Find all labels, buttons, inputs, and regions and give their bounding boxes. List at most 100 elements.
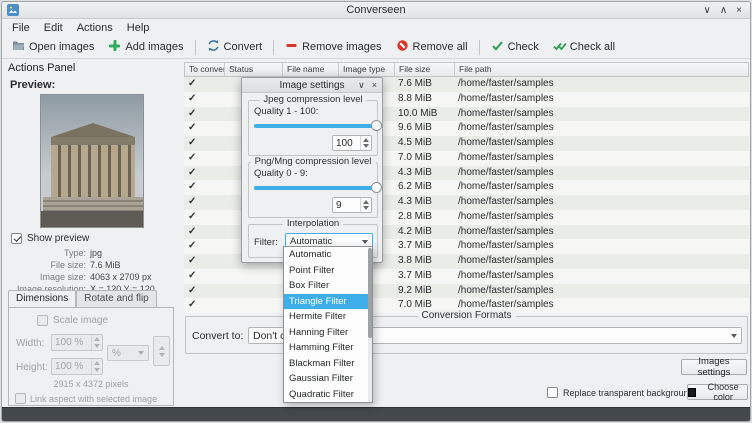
unit-combobox[interactable]: %	[107, 345, 149, 361]
filter-option[interactable]: Point Filter	[284, 263, 372, 279]
open-images-button[interactable]: Open images	[6, 37, 100, 57]
filter-option[interactable]: Hamming Filter	[284, 340, 372, 356]
file-size-cell: 9.2 MiB	[394, 284, 454, 299]
checked-icon[interactable]: ✓	[188, 285, 196, 296]
filter-option[interactable]: Triangle Filter	[284, 294, 372, 310]
dropdown-scrollbar[interactable]	[368, 247, 372, 402]
column-file-name[interactable]: File name	[283, 63, 339, 76]
maximize-button[interactable]: ∧	[720, 5, 727, 16]
filter-option[interactable]: Gaussian Filter	[284, 371, 372, 387]
replace-transparent-label: Replace transparent background	[563, 388, 694, 398]
file-path-cell: /home/faster/samples	[454, 151, 749, 166]
minimize-button[interactable]: ∨	[704, 5, 711, 16]
titlebar[interactable]: Converseen ∨ ∧ ×	[2, 2, 750, 19]
png-quality-spinbox[interactable]: 9	[332, 197, 372, 213]
file-size-cell: 2.8 MiB	[394, 210, 454, 225]
spinner-arrows-icon[interactable]	[91, 335, 102, 350]
checked-icon[interactable]: ✓	[188, 108, 196, 119]
column-status[interactable]: Status	[225, 63, 283, 76]
jpeg-quality-slider[interactable]	[254, 119, 382, 132]
sync-dimensions-button[interactable]	[153, 336, 170, 366]
checked-icon[interactable]: ✓	[188, 167, 196, 178]
filter-option[interactable]: Hanning Filter	[284, 325, 372, 341]
spinner-arrows-icon[interactable]	[360, 198, 371, 212]
file-size-cell: 3.7 MiB	[394, 239, 454, 254]
building-pediment	[51, 123, 135, 137]
checked-icon[interactable]: ✓	[188, 196, 196, 207]
column-file-path[interactable]: File path	[455, 63, 748, 76]
add-images-label: Add images	[125, 41, 183, 53]
replace-transparent-checkbox[interactable]	[547, 387, 558, 398]
menu-file[interactable]: File	[5, 21, 37, 35]
tab-dimensions[interactable]: Dimensions	[8, 290, 76, 307]
checked-icon[interactable]: ✓	[188, 299, 196, 310]
file-size-cell: 4.5 MiB	[394, 136, 454, 151]
checked-icon[interactable]: ✓	[188, 211, 196, 222]
png-quality-label: Quality 0 - 9:	[254, 168, 308, 179]
file-path-cell: /home/faster/samples	[454, 166, 749, 181]
table-row[interactable]: ✓9.2 MiB/home/faster/samples	[184, 284, 749, 299]
checked-icon[interactable]: ✓	[188, 78, 196, 89]
convert-button[interactable]: Convert	[201, 37, 269, 57]
slider-track[interactable]	[254, 124, 382, 128]
remove-images-button[interactable]: Remove images	[279, 37, 387, 57]
check-button[interactable]: Check	[485, 37, 545, 57]
close-button[interactable]: ×	[736, 5, 742, 16]
tab-rotate-and-flip[interactable]: Rotate and flip	[76, 290, 157, 307]
column-file-size[interactable]: File size	[395, 63, 455, 76]
add-images-button[interactable]: Add images	[102, 37, 189, 57]
link-aspect-checkbox[interactable]	[15, 393, 26, 404]
png-quality-slider[interactable]	[254, 181, 382, 194]
width-spinner[interactable]: 100 %	[51, 334, 103, 351]
checked-icon[interactable]: ✓	[188, 152, 196, 163]
checked-icon[interactable]: ✓	[188, 137, 196, 148]
checked-icon[interactable]: ✓	[188, 181, 196, 192]
menu-help[interactable]: Help	[120, 21, 157, 35]
spinner-arrows-icon[interactable]	[91, 359, 102, 374]
menu-actions[interactable]: Actions	[70, 21, 120, 35]
checked-icon[interactable]: ✓	[188, 255, 196, 266]
file-path-cell: /home/faster/samples	[454, 225, 749, 240]
table-row[interactable]: ✓3.7 MiB/home/faster/samples	[184, 269, 749, 284]
slider-track[interactable]	[254, 186, 382, 190]
filter-option[interactable]: Box Filter	[284, 278, 372, 294]
show-preview-checkbox[interactable]	[11, 233, 22, 244]
check-all-button[interactable]: Check all	[547, 37, 621, 57]
preview-image	[40, 94, 144, 228]
checked-icon[interactable]: ✓	[188, 240, 196, 251]
filter-option[interactable]: Blackman Filter	[284, 356, 372, 372]
file-path-cell: /home/faster/samples	[454, 269, 749, 284]
image-size-label: Image size:	[8, 272, 86, 282]
jpeg-quality-spinbox[interactable]: 100	[332, 135, 372, 151]
remove-all-button[interactable]: Remove all	[390, 37, 474, 57]
undock-button[interactable]: ∨	[358, 80, 365, 91]
height-spinner[interactable]: 100 %	[51, 358, 103, 375]
folder-open-icon	[12, 39, 25, 55]
type-label: Type:	[8, 248, 86, 258]
file-path-cell: /home/faster/samples	[454, 210, 749, 225]
checked-icon[interactable]: ✓	[188, 270, 196, 281]
filter-option[interactable]: Hermite Filter	[284, 309, 372, 325]
checked-icon[interactable]: ✓	[188, 93, 196, 104]
converseen-window: Converseen ∨ ∧ × File Edit Actions Help …	[1, 1, 751, 422]
filter-option[interactable]: Quadratic Filter	[284, 387, 372, 403]
type-value: jpg	[90, 248, 155, 258]
spinner-arrows-icon[interactable]	[360, 136, 371, 150]
toolbar-separator	[479, 40, 480, 55]
scrollbar-thumb[interactable]	[368, 248, 372, 338]
remove-all-icon	[396, 39, 409, 55]
slider-handle[interactable]	[371, 120, 382, 131]
file-path-cell: /home/faster/samples	[454, 136, 749, 151]
images-settings-button[interactable]: Images settings	[681, 359, 747, 375]
slider-handle[interactable]	[371, 182, 382, 193]
choose-color-button[interactable]: Choose color	[687, 384, 748, 400]
checked-icon[interactable]: ✓	[188, 226, 196, 237]
dialog-titlebar[interactable]: Image settings ∨ ×	[242, 78, 382, 93]
checked-icon[interactable]: ✓	[188, 122, 196, 133]
filter-option[interactable]: Automatic	[284, 247, 372, 263]
dialog-close-button[interactable]: ×	[372, 80, 377, 91]
column-image-type[interactable]: Image type	[339, 63, 395, 76]
scale-image-checkbox[interactable]	[37, 315, 48, 326]
column-to-convert[interactable]: To convert	[185, 63, 225, 76]
menu-edit[interactable]: Edit	[37, 21, 70, 35]
